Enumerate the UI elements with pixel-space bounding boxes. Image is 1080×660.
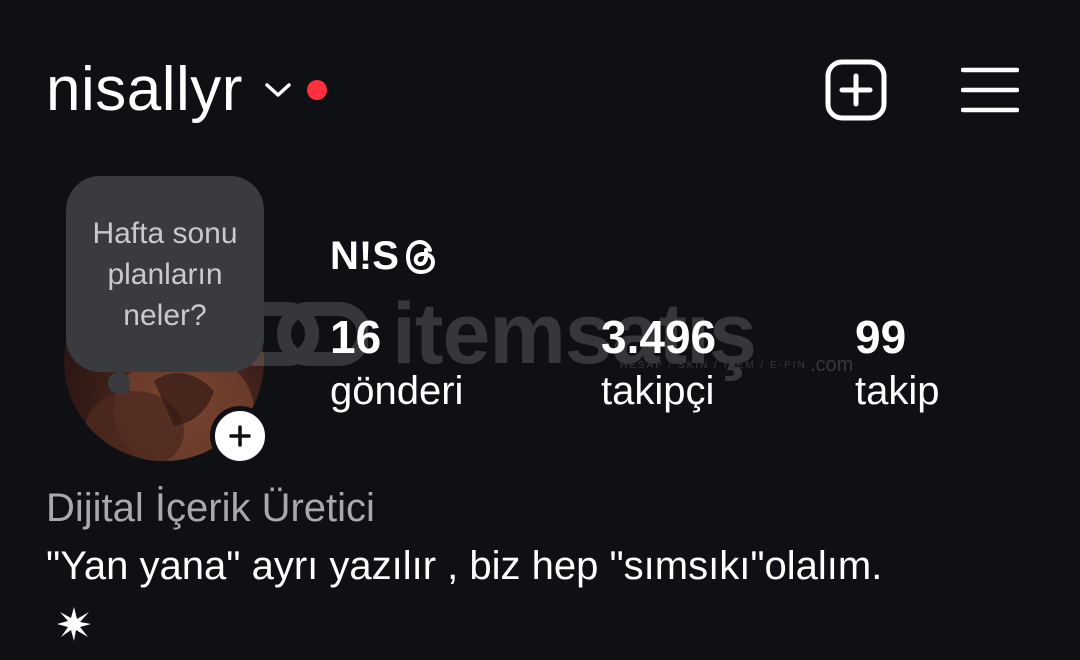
profile-avatar-section: Hafta sonu planların neler? [62,176,272,466]
stat-posts[interactable]: 16 gönderi [330,312,463,420]
sparkle-icon [57,607,91,641]
stat-following[interactable]: 99 takip [855,312,940,420]
menu-button[interactable] [958,58,1022,122]
stat-followers[interactable]: 3.496 takipçi [601,312,716,420]
create-post-button[interactable] [824,58,888,122]
username[interactable]: nisallyr [46,59,243,121]
profile-category: Dijital İçerik Üretici [46,486,375,530]
chevron-down-icon[interactable] [263,75,293,105]
profile-header: nisallyr [46,54,327,126]
notification-dot [306,80,327,100]
threads-icon[interactable] [403,238,439,276]
stat-label: takipçi [601,369,715,413]
profile-stats: 16 gönderi 3.496 takipçi 99 takip [330,312,990,422]
display-name: N!S [330,234,439,279]
hamburger-menu-icon [961,67,1019,113]
stat-label: gönderi [330,369,464,413]
profile-bio: "Yan yana" ayrı yazılır , biz hep "sımsı… [46,544,883,588]
note-bubble[interactable]: Hafta sonu planların neler? [66,176,264,372]
note-bubble-tail-dot [120,384,130,394]
display-name-text: N!S [330,234,399,278]
stat-label: takip [855,369,940,413]
add-story-button[interactable] [210,406,270,466]
stat-value: 16 [330,311,382,363]
plus-icon [229,425,251,447]
top-actions [824,58,1022,122]
stat-value: 99 [855,311,907,363]
note-text: Hafta sonu planların neler? [92,216,238,332]
plus-square-icon [825,59,887,121]
stat-value: 3.496 [601,311,717,363]
